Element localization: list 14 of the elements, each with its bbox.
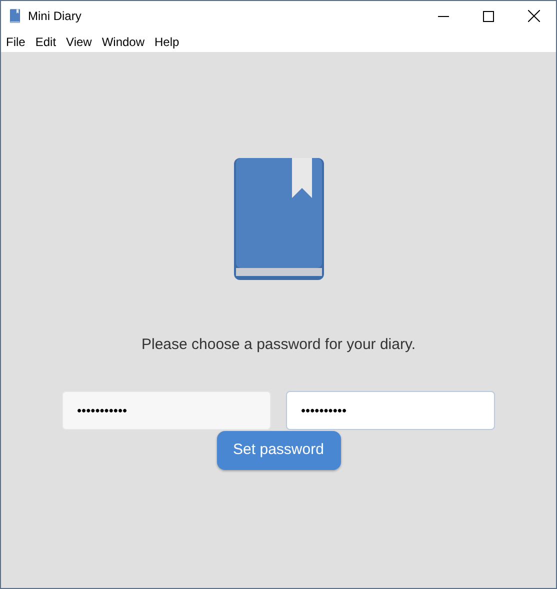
app-icon [10, 9, 20, 23]
menu-item[interactable]: Window [96, 32, 150, 50]
menu-item[interactable]: Edit [30, 32, 62, 50]
menu-item[interactable]: View [61, 32, 97, 50]
set-password-button[interactable]: Set password [216, 430, 340, 470]
menu-item[interactable]: File [1, 32, 30, 50]
prompt-text: Please choose a password for your diary. [141, 335, 416, 355]
maximize-icon [483, 10, 494, 22]
window-title: Mini Diary [28, 8, 82, 25]
close-icon [528, 10, 540, 22]
password-field[interactable]: ••••••••••• [62, 390, 271, 430]
menu-item[interactable]: Help [150, 32, 184, 50]
password-field[interactable]: •••••••••• [286, 390, 495, 430]
book-icon [234, 158, 324, 280]
